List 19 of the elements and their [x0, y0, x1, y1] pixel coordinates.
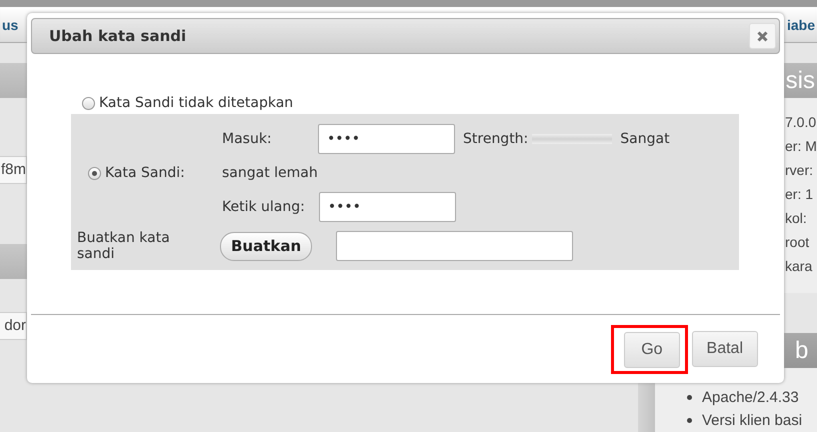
info-line: kol:: [784, 209, 808, 228]
list-item: dor: [0, 312, 27, 340]
panel-header: sis: [784, 63, 817, 98]
field-label: Masuk:: [222, 131, 273, 147]
info-line: kara: [784, 257, 814, 276]
info-line: er: 1: [784, 185, 814, 204]
info-line: root: [784, 233, 810, 252]
info-line: er: M: [784, 137, 817, 156]
dialog-title: Ubah kata sandi: [49, 27, 186, 45]
info-line: rver:: [784, 161, 814, 180]
strength-text: Sangat: [620, 131, 670, 147]
strength-text: sangat lemah: [222, 165, 318, 181]
field-label: Strength:: [463, 131, 528, 147]
field-label: Buatkan kata sandi: [77, 230, 171, 262]
info-line: Versi klien basi: [702, 412, 802, 430]
info-line: Apache/2.4.33: [702, 388, 799, 406]
field-label: Ketik ulang:: [222, 199, 305, 215]
list-item: f8m: [0, 156, 27, 184]
info-line: 7.0.0: [784, 113, 817, 132]
